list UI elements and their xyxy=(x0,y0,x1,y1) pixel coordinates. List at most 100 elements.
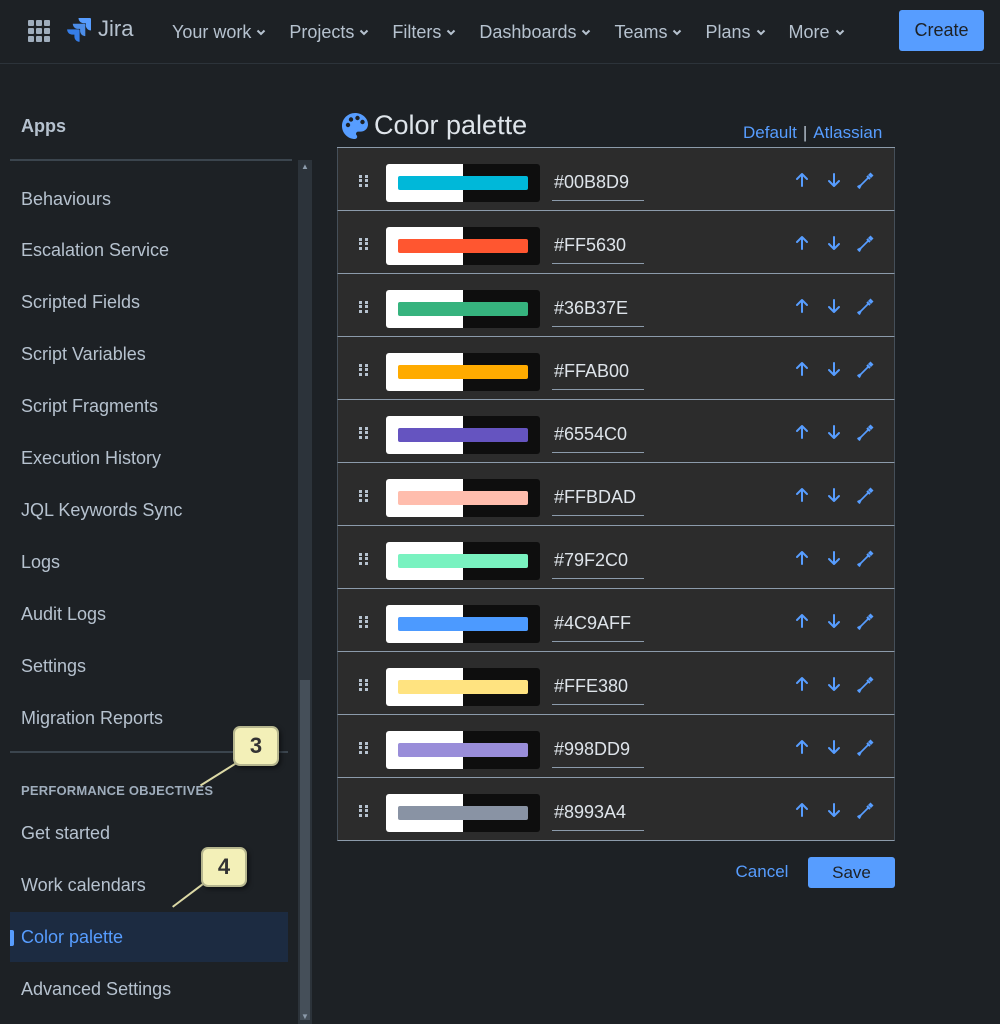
arrow-up-icon[interactable] xyxy=(792,485,812,505)
drag-handle-icon[interactable] xyxy=(359,679,369,691)
color-swatch[interactable] xyxy=(386,164,540,202)
arrow-down-icon[interactable] xyxy=(824,296,844,316)
nav-item-projects[interactable]: Projects xyxy=(289,18,370,46)
eyedropper-icon[interactable] xyxy=(856,674,876,694)
arrow-down-icon[interactable] xyxy=(824,485,844,505)
eyedropper-icon[interactable] xyxy=(856,548,876,568)
arrow-up-icon[interactable] xyxy=(792,611,812,631)
arrow-up-icon[interactable] xyxy=(792,296,812,316)
arrow-up-icon[interactable] xyxy=(792,422,812,442)
arrow-up-icon[interactable] xyxy=(792,800,812,820)
eyedropper-icon[interactable] xyxy=(856,800,876,820)
color-swatch[interactable] xyxy=(386,479,540,517)
hex-input[interactable]: #6554C0 xyxy=(552,421,644,453)
eyedropper-icon[interactable] xyxy=(856,359,876,379)
color-swatch[interactable] xyxy=(386,227,540,265)
color-row: #36B37E xyxy=(337,274,895,337)
nav-item-your-work[interactable]: Your work xyxy=(172,18,267,46)
drag-handle-icon[interactable] xyxy=(359,553,369,565)
hex-input[interactable]: #FFE380 xyxy=(552,673,644,705)
arrow-up-icon[interactable] xyxy=(792,359,812,379)
callout-3: 3 xyxy=(233,726,279,766)
sidebar-item-script-variables[interactable]: Script Variables xyxy=(10,330,288,380)
sidebar-item-escalation-service[interactable]: Escalation Service xyxy=(10,226,288,276)
sidebar-item-behaviours[interactable]: Behaviours xyxy=(10,174,288,224)
nav-item-teams[interactable]: Teams xyxy=(614,18,683,46)
arrow-up-icon[interactable] xyxy=(792,233,812,253)
arrow-down-icon[interactable] xyxy=(824,800,844,820)
eyedropper-icon[interactable] xyxy=(856,170,876,190)
scroll-down-icon[interactable]: ▼ xyxy=(300,1012,310,1022)
arrow-down-icon[interactable] xyxy=(824,422,844,442)
arrow-down-icon[interactable] xyxy=(824,359,844,379)
save-button[interactable]: Save xyxy=(808,857,895,888)
eyedropper-icon[interactable] xyxy=(856,611,876,631)
eyedropper-icon[interactable] xyxy=(856,737,876,757)
hex-input[interactable]: #998DD9 xyxy=(552,736,644,768)
color-swatch[interactable] xyxy=(386,668,540,706)
sidebar-scrollbar[interactable]: ▲ ▼ xyxy=(298,160,312,1024)
drag-handle-icon[interactable] xyxy=(359,616,369,628)
drag-handle-icon[interactable] xyxy=(359,490,369,502)
sidebar-item-execution-history[interactable]: Execution History xyxy=(10,434,288,484)
nav-item-filters[interactable]: Filters xyxy=(392,18,457,46)
eyedropper-icon[interactable] xyxy=(856,296,876,316)
arrow-down-icon[interactable] xyxy=(824,611,844,631)
hex-input[interactable]: #36B37E xyxy=(552,295,644,327)
hex-input[interactable]: #FFBDAD xyxy=(552,484,644,516)
sidebar-item-audit-logs[interactable]: Audit Logs xyxy=(10,589,288,639)
sidebar-item-logs[interactable]: Logs xyxy=(10,537,288,587)
jira-logo[interactable]: Jira xyxy=(66,16,133,42)
drag-handle-icon[interactable] xyxy=(359,175,369,187)
arrow-up-icon[interactable] xyxy=(792,737,812,757)
nav-item-plans[interactable]: Plans xyxy=(705,18,766,46)
drag-handle-icon[interactable] xyxy=(359,301,369,313)
color-swatch[interactable] xyxy=(386,794,540,832)
arrow-up-icon[interactable] xyxy=(792,548,812,568)
scroll-up-icon[interactable]: ▲ xyxy=(300,162,310,172)
page-title: Color palette xyxy=(340,110,527,141)
sidebar-item-settings[interactable]: Settings xyxy=(10,641,288,691)
nav-item-more[interactable]: More xyxy=(789,18,846,46)
drag-handle-icon[interactable] xyxy=(359,427,369,439)
hex-input[interactable]: #79F2C0 xyxy=(552,547,644,579)
arrow-down-icon[interactable] xyxy=(824,548,844,568)
drag-handle-icon[interactable] xyxy=(359,364,369,376)
sidebar-item-jql-keywords-sync[interactable]: JQL Keywords Sync xyxy=(10,485,288,535)
color-swatch[interactable] xyxy=(386,353,540,391)
color-bar xyxy=(398,302,528,316)
arrow-up-icon[interactable] xyxy=(792,170,812,190)
drag-handle-icon[interactable] xyxy=(359,742,369,754)
nav-item-dashboards[interactable]: Dashboards xyxy=(479,18,592,46)
drag-handle-icon[interactable] xyxy=(359,805,369,817)
eyedropper-icon[interactable] xyxy=(856,233,876,253)
arrow-down-icon[interactable] xyxy=(824,233,844,253)
color-swatch[interactable] xyxy=(386,605,540,643)
hex-input[interactable]: #FF5630 xyxy=(552,232,644,264)
sidebar-item-scripted-fields[interactable]: Scripted Fields xyxy=(10,278,288,328)
create-button[interactable]: Create xyxy=(899,10,984,51)
hex-input[interactable]: #00B8D9 xyxy=(552,169,644,201)
default-preset-link[interactable]: Default xyxy=(743,123,797,143)
scroll-thumb[interactable] xyxy=(300,680,310,1020)
sidebar-item-script-fragments[interactable]: Script Fragments xyxy=(10,382,288,432)
drag-handle-icon[interactable] xyxy=(359,238,369,250)
hex-input[interactable]: #FFAB00 xyxy=(552,358,644,390)
arrow-down-icon[interactable] xyxy=(824,674,844,694)
color-swatch[interactable] xyxy=(386,542,540,580)
sidebar-item-color-palette[interactable]: Color palette xyxy=(10,912,288,962)
eyedropper-icon[interactable] xyxy=(856,485,876,505)
eyedropper-icon[interactable] xyxy=(856,422,876,442)
arrow-down-icon[interactable] xyxy=(824,170,844,190)
arrow-up-icon[interactable] xyxy=(792,674,812,694)
cancel-button[interactable]: Cancel xyxy=(730,857,794,887)
color-swatch[interactable] xyxy=(386,731,540,769)
color-swatch[interactable] xyxy=(386,416,540,454)
app-switcher-icon[interactable] xyxy=(28,20,50,42)
arrow-down-icon[interactable] xyxy=(824,737,844,757)
hex-input[interactable]: #8993A4 xyxy=(552,799,644,831)
atlassian-preset-link[interactable]: Atlassian xyxy=(813,123,882,143)
color-swatch[interactable] xyxy=(386,290,540,328)
sidebar-item-advanced-settings[interactable]: Advanced Settings xyxy=(10,964,288,1014)
hex-input[interactable]: #4C9AFF xyxy=(552,610,644,642)
